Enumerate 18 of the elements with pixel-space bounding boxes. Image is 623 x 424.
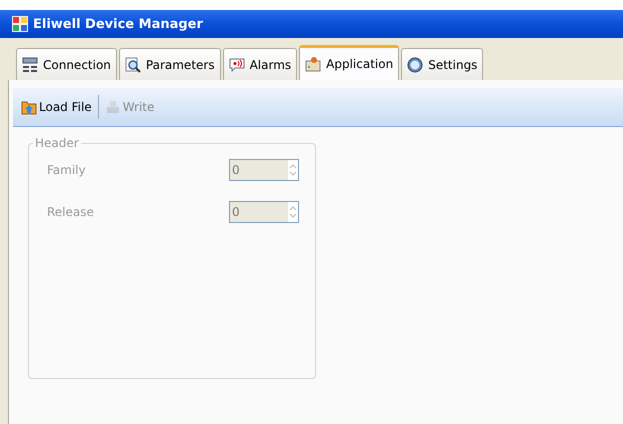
load-file-button[interactable]: Load File [19,97,94,117]
tab[interactable]: Settings [401,48,484,80]
tab[interactable]: Alarms [222,48,298,80]
app-icon [12,16,28,32]
globe-icon [407,56,424,72]
field-label: Release [47,205,94,219]
network-icon [22,56,38,72]
window-title: Eliwell Device Manager [33,16,203,32]
speech-bubble-icon [228,56,245,72]
magnifier-icon [124,56,141,72]
tab[interactable]: Parameters [118,48,221,80]
device-icon [104,99,121,115]
tab[interactable]: Connection [16,48,117,80]
field-label: Family [47,163,86,177]
group-title: Header [33,136,81,150]
folder-icon [21,99,37,115]
board-icon [305,56,322,72]
tab[interactable]: Application [299,45,400,80]
